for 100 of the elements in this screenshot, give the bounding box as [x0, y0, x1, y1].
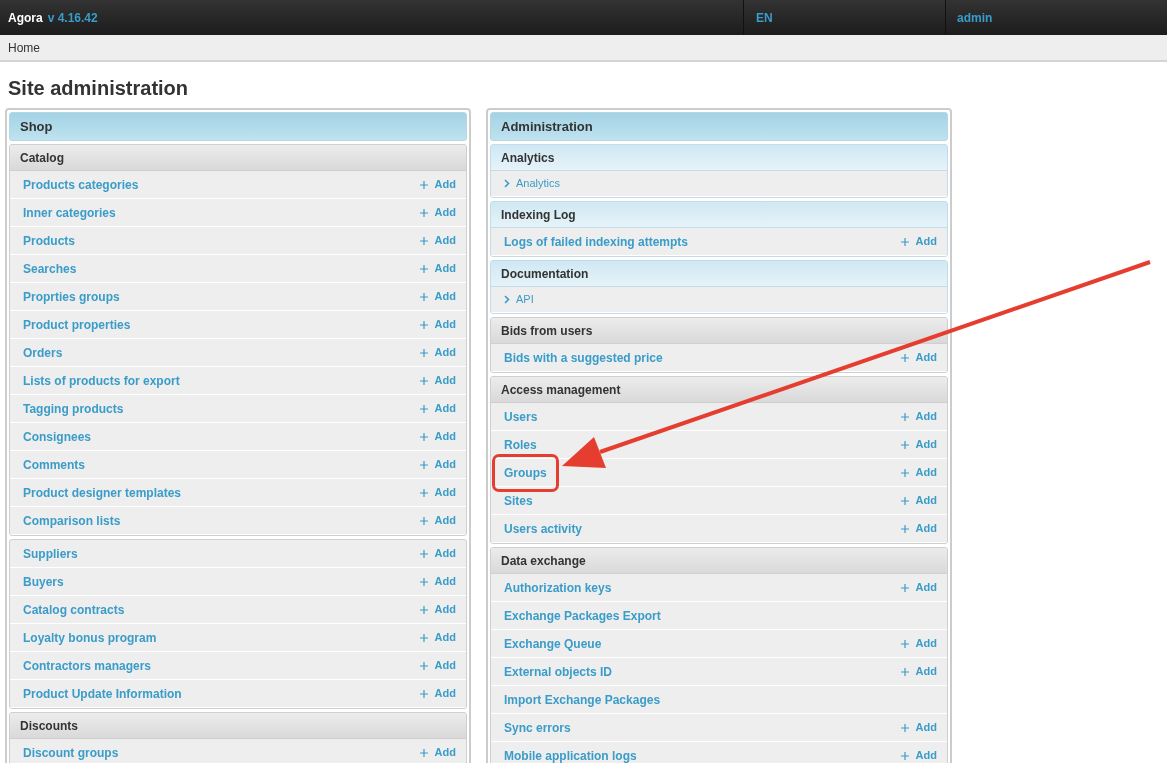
add-link[interactable]: Add — [419, 176, 456, 193]
section-link[interactable]: Searches — [23, 259, 77, 278]
section-header: Analytics — [491, 145, 947, 171]
plus-icon — [900, 639, 909, 648]
add-link[interactable]: Add — [900, 492, 937, 509]
section-link[interactable]: Proprties groups — [23, 287, 120, 306]
add-link[interactable]: Add — [900, 436, 937, 453]
add-link[interactable]: Add — [900, 719, 937, 736]
section-link[interactable]: Sync errors — [504, 718, 571, 737]
add-link[interactable]: Add — [419, 484, 456, 501]
plus-icon — [419, 488, 428, 497]
plus-icon — [419, 748, 428, 757]
add-link[interactable]: Add — [419, 744, 456, 761]
language-menu[interactable]: EN — [756, 8, 773, 27]
section-header: Discounts — [10, 713, 466, 739]
add-link[interactable]: Add — [900, 520, 937, 537]
section-header: Data exchange — [491, 548, 947, 574]
plus-icon — [900, 468, 909, 477]
plus-icon — [900, 412, 909, 421]
add-link[interactable]: Add — [900, 464, 937, 481]
add-link[interactable]: Add — [900, 663, 937, 680]
section-link[interactable]: Discount groups — [23, 743, 119, 762]
section-link[interactable]: Catalog contracts — [23, 600, 125, 619]
section-link[interactable]: Sites — [504, 491, 533, 510]
plus-icon — [419, 236, 428, 245]
section-link[interactable]: Groups — [495, 456, 556, 489]
plus-icon — [419, 460, 428, 469]
add-link[interactable]: Add — [419, 601, 456, 618]
plus-icon — [419, 264, 428, 273]
add-link[interactable]: Add — [419, 316, 456, 333]
section-link[interactable]: Products — [23, 231, 75, 250]
add-link[interactable]: Add — [900, 747, 937, 763]
section-link[interactable]: Users activity — [504, 519, 583, 538]
plus-icon — [419, 376, 428, 385]
add-link[interactable]: Add — [900, 349, 937, 366]
add-link[interactable]: Add — [900, 579, 937, 596]
add-link[interactable]: Add — [419, 372, 456, 389]
add-link[interactable]: Add — [900, 635, 937, 652]
section-link[interactable]: Product designer templates — [23, 483, 182, 502]
section-link[interactable]: Exchange Packages Export — [504, 606, 661, 625]
add-link[interactable]: Add — [419, 545, 456, 562]
add-link[interactable]: Add — [419, 657, 456, 674]
section-link[interactable]: Comparison lists — [23, 511, 121, 530]
section-link[interactable]: Consignees — [23, 427, 91, 446]
section-header: Documentation — [491, 261, 947, 287]
section-link[interactable]: Bids with a suggested price — [504, 348, 663, 367]
plus-icon — [900, 751, 909, 760]
plus-icon — [419, 348, 428, 357]
add-link[interactable]: Add — [419, 400, 456, 417]
section-link[interactable]: Roles — [504, 435, 537, 454]
plus-icon — [900, 524, 909, 533]
section-link[interactable]: Authorization keys — [504, 578, 612, 597]
user-menu[interactable]: admin — [957, 8, 993, 27]
section-link[interactable]: Buyers — [23, 572, 64, 591]
add-link[interactable]: Add — [419, 573, 456, 590]
section-link[interactable]: Loyalty bonus program — [23, 628, 157, 647]
section-link[interactable]: Comments — [23, 455, 85, 474]
add-link[interactable]: Add — [419, 456, 456, 473]
add-link[interactable]: Add — [419, 344, 456, 361]
add-link[interactable]: Add — [419, 260, 456, 277]
section-header: Access management — [491, 377, 947, 403]
section-link[interactable]: Orders — [23, 343, 63, 362]
plus-icon — [900, 353, 909, 362]
add-link[interactable]: Add — [419, 512, 456, 529]
section-link[interactable]: Inner categories — [23, 203, 116, 222]
plus-icon — [419, 549, 428, 558]
section-link[interactable]: Mobile application logs — [504, 746, 637, 763]
chevron-right-icon — [504, 179, 510, 188]
section-link[interactable]: Analytics — [516, 175, 561, 192]
add-link[interactable]: Add — [900, 408, 937, 425]
add-link[interactable]: Add — [419, 232, 456, 249]
plus-icon — [419, 605, 428, 614]
add-link[interactable]: Add — [419, 685, 456, 702]
section-header: Catalog — [10, 145, 466, 171]
section-link[interactable]: Product properties — [23, 315, 131, 334]
add-link[interactable]: Add — [900, 233, 937, 250]
brand-name[interactable]: Agora — [8, 8, 43, 27]
section-link[interactable]: Users — [504, 407, 538, 426]
section-link[interactable]: Products categories — [23, 175, 139, 194]
plus-icon — [419, 292, 428, 301]
page-title: Site administration — [7, 76, 190, 101]
section-link[interactable]: Tagging products — [23, 399, 124, 418]
section-link[interactable]: Suppliers — [23, 544, 78, 563]
add-link[interactable]: Add — [419, 288, 456, 305]
section-link[interactable]: API — [516, 291, 534, 308]
chevron-right-icon — [504, 295, 510, 304]
section-link[interactable]: Contractors managers — [23, 656, 152, 675]
add-link[interactable]: Add — [419, 428, 456, 445]
section-link[interactable]: Exchange Queue — [504, 634, 602, 653]
panel-header: Administration — [490, 112, 948, 141]
section-link[interactable]: Product Update Information — [23, 684, 182, 703]
section-link[interactable]: Logs of failed indexing attempts — [504, 232, 688, 251]
section-link[interactable]: Lists of products for export — [23, 371, 180, 390]
section-link[interactable]: External objects ID — [504, 662, 613, 681]
add-link[interactable]: Add — [419, 629, 456, 646]
plus-icon — [419, 320, 428, 329]
add-link[interactable]: Add — [419, 204, 456, 221]
plus-icon — [419, 432, 428, 441]
breadcrumb-link[interactable]: Home — [8, 38, 40, 57]
section-link[interactable]: Import Exchange Packages — [504, 690, 661, 709]
